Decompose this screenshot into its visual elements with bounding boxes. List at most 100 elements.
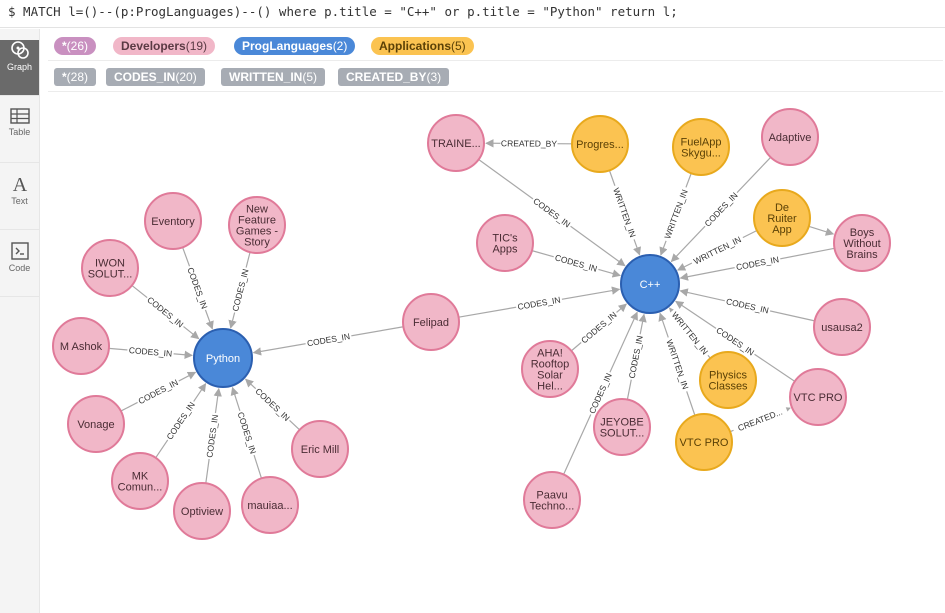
relationship-edge[interactable]: CREATED... [729,404,791,436]
developer-node[interactable]: PaavuTechno... [523,471,581,529]
rel-type-count: (3) [426,70,442,84]
developer-node[interactable]: AHA!RooftopSolarHel... [521,340,579,398]
node-label-name: Applications [379,39,452,53]
rel-type-created-by[interactable]: CREATED_BY(3) [338,68,450,86]
node-label-developers[interactable]: Developers(19) [113,37,216,55]
node-caption: TRAINE... [431,138,481,150]
application-node[interactable]: Progres... [571,115,629,173]
edge-label: CODES_IN [735,254,780,272]
relationship-edge[interactable]: CODES_IN [131,284,200,340]
relationship-edge[interactable] [808,225,835,236]
code-icon [0,241,39,261]
edge-label: CODES_IN [554,252,599,273]
node-label-applications[interactable]: Applications(5) [371,37,474,55]
relationship-edge[interactable]: CODES_IN [531,250,621,278]
application-node[interactable]: FuelAppSkygu... [672,118,730,176]
text-icon: A [0,174,39,194]
developer-node[interactable]: NewFeatureGames -Story [228,196,286,254]
rel-type-written-in[interactable]: WRITTEN_IN(5) [221,68,326,86]
edge-label: CREATED... [736,407,783,434]
sidebar-item-text[interactable]: A Text [0,174,39,230]
table-icon [0,107,39,125]
node-caption: M Ashok [60,341,103,353]
developer-node[interactable]: Felipad [402,293,460,351]
relationship-edge[interactable]: CODES_IN [203,387,222,484]
node-caption: Comun... [118,482,163,494]
node-caption: VTC PRO [680,437,729,449]
application-node[interactable]: DeRuiterApp [753,189,811,247]
query-editor[interactable]: $ MATCH l=()--(p:ProgLanguages)--() wher… [0,0,945,28]
node-label-proglanguages[interactable]: ProgLanguages(2) [234,37,356,55]
rel-type-all[interactable]: *(28) [54,68,97,86]
edge-label: CODES_IN [236,411,259,455]
relationship-edge[interactable]: CODES_IN [570,303,628,352]
developer-node[interactable]: mauiaa... [241,476,299,534]
relationship-edge[interactable]: CODES_IN [458,286,621,318]
rel-type-codes-in[interactable]: CODES_IN(20) [106,68,205,86]
developer-node[interactable]: Adaptive [761,108,819,166]
node-caption: App [772,224,792,236]
edge-label: CODES_IN [137,377,180,406]
node-caption: Classes [708,381,748,393]
rel-type-bar: *(28) CODES_IN(20) WRITTEN_IN(5) CREATED… [48,62,943,92]
relationship-edge[interactable]: CODES_IN [252,326,404,356]
sidebar-item-label: Table [8,127,31,137]
application-node[interactable]: VTC PRO [675,413,733,471]
node-label-bar: *(26) Developers(19) ProgLanguages(2) Ap… [48,31,943,61]
developer-node[interactable]: usausa2 [813,298,871,356]
query-text: $ MATCH l=()--(p:ProgLanguages)--() wher… [8,4,678,19]
node-caption: VTC PRO [794,392,843,404]
developer-node[interactable]: JEYOBESOLUT... [593,398,651,456]
relationship-edge[interactable]: CODES_IN [228,251,252,329]
sidebar-item-code[interactable]: Code [0,241,39,297]
relationship-edge[interactable]: CODES_IN [679,288,815,322]
node-label-name: Developers [121,39,186,53]
node-caption: Optiview [181,506,223,518]
node-caption: usausa2 [821,322,863,334]
node-label-count: (26) [66,39,89,53]
edge-label: WRITTEN_IN [662,188,689,240]
node-label-all[interactable]: *(26) [54,37,97,55]
developer-node[interactable]: Vonage [67,395,125,453]
node-label-count: (5) [451,39,466,53]
sidebar-item-label: Code [8,263,31,273]
developer-node[interactable]: M Ashok [52,317,110,375]
rel-type-name: WRITTEN_IN [229,70,303,84]
language-node[interactable]: C++ [620,254,680,314]
developer-node[interactable]: Optiview [173,482,231,540]
developer-node[interactable]: Eventory [144,192,202,250]
developer-node[interactable]: Eric Mill [291,420,349,478]
edge-label: CODES_IN [306,331,351,348]
relationship-edge[interactable]: CODES_IN [108,344,193,360]
relationship-edge[interactable]: CODES_IN [625,313,647,400]
relationship-edge[interactable]: WRITTEN_IN [608,170,641,256]
relationship-edge[interactable]: CODES_IN [244,378,300,431]
edge-label: CODES_IN [579,310,619,346]
node-caption: Python [206,353,240,365]
developer-node[interactable]: MKComun... [111,452,169,510]
relationship-edge[interactable]: CREATED_BY [485,137,573,150]
node-caption: Eventory [151,216,195,228]
developer-node[interactable]: TIC'sApps [476,214,534,272]
sidebar-item-table[interactable]: Table [0,107,39,163]
language-node[interactable]: Python [193,328,253,388]
developer-node[interactable]: TRAINE... [427,114,485,172]
developer-node[interactable]: VTC PRO [789,368,847,426]
edge-line[interactable] [808,225,835,236]
node-caption: C++ [640,279,661,291]
edge-label: CODES_IN [253,386,292,423]
edge-label: CODES_IN [517,295,562,312]
application-node[interactable]: PhysicsClasses [699,351,757,409]
relationship-edge[interactable]: CODES_IN [230,386,263,479]
view-sidebar: Graph Table A Text Code [0,29,40,613]
edge-label: CODES_IN [164,400,197,442]
developer-node[interactable]: BoysWithoutBrains [833,214,891,272]
rel-type-name: CREATED_BY [346,70,427,84]
sidebar-item-graph[interactable]: Graph [0,40,39,96]
edge-label: CODES_IN [725,296,770,315]
relationship-edge[interactable]: WRITTEN_IN [659,173,692,256]
edge-label: CODES_IN [230,268,250,313]
graph-canvas[interactable]: CODES_IN CODES_INCODES_INCODES_INCODES_IN… [40,94,945,613]
developer-node[interactable]: IWONSOLUT... [81,239,139,297]
relationship-edge[interactable]: CODES_IN [182,247,214,330]
